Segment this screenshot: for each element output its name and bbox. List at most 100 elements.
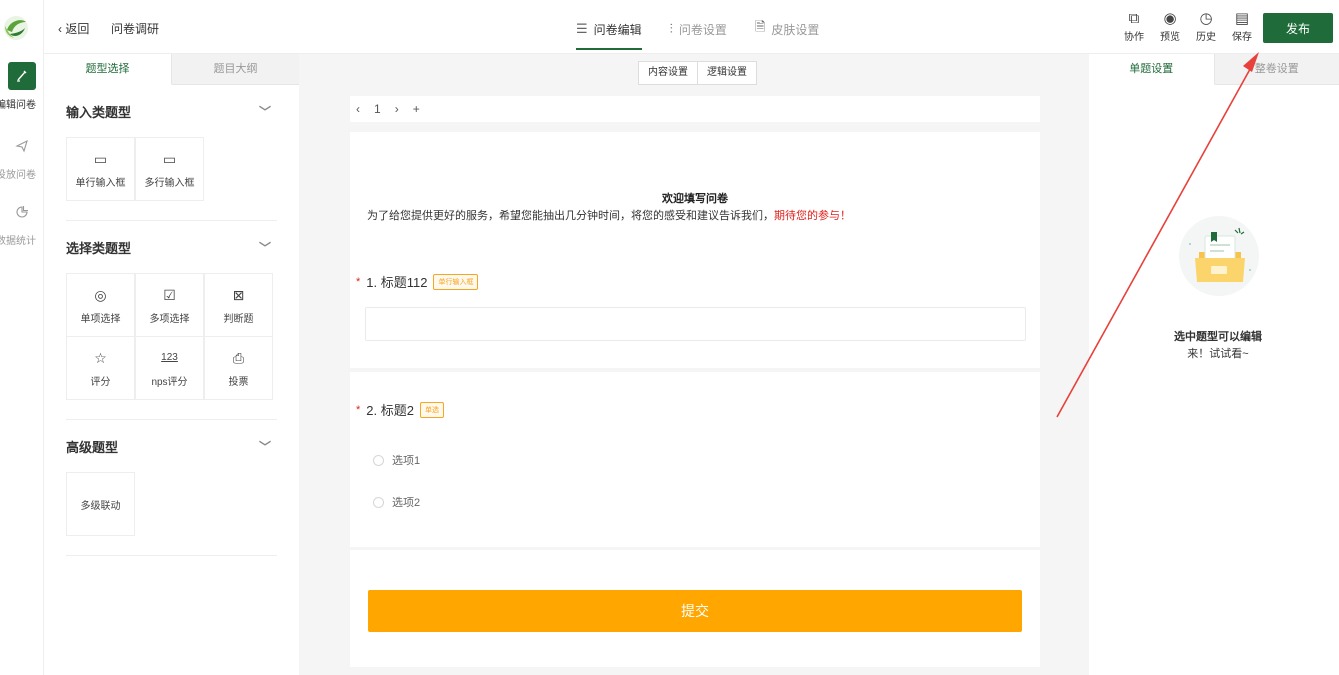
history-button[interactable]: ◷ 历史 xyxy=(1195,10,1217,43)
submit-button[interactable]: 提交 xyxy=(368,590,1022,632)
add-page-icon[interactable]: + xyxy=(413,102,420,116)
publish-button[interactable]: 发布 xyxy=(1263,13,1333,43)
tool-label: 预览 xyxy=(1160,32,1180,43)
history-icon: ◷ xyxy=(1199,10,1213,27)
type-rating[interactable]: ☆ 评分 xyxy=(66,336,135,400)
vote-icon: ⎙ xyxy=(232,349,245,366)
radio-icon: ◎ xyxy=(94,286,107,303)
question-1-title[interactable]: * 1. 标题112 单行输入框 xyxy=(356,272,479,291)
content-logic-switch: 内容设置 逻辑设置 xyxy=(638,61,757,85)
section-header[interactable]: 选择类题型 ﹀ xyxy=(66,221,277,273)
tool-label: 保存 xyxy=(1232,32,1252,43)
chevron-left-icon[interactable]: ‹ xyxy=(356,102,360,116)
pencil-icon xyxy=(8,62,36,90)
type-judge[interactable]: ⊠ 判断题 xyxy=(204,273,273,337)
option-label: 选项2 xyxy=(392,497,421,509)
type-nps[interactable]: 123 nps评分 xyxy=(135,336,204,400)
question-type-badge: 单选 xyxy=(419,401,444,418)
type-label: 多项选择 xyxy=(149,313,190,325)
survey-canvas: 内容设置 逻辑设置 ‹ 1 › + 欢迎填写问卷 为了给您提供更好的服务，希望您… xyxy=(299,54,1089,675)
tool-label: 协作 xyxy=(1124,32,1144,43)
option-1[interactable]: 选项1 xyxy=(373,452,420,468)
rail-item-label: 数据统计 xyxy=(0,236,36,247)
eye-icon: ◉ xyxy=(1163,10,1177,27)
settings-panel: 单题设置 整卷设置 选中题型可以编辑 来！试试看~ xyxy=(1089,54,1339,675)
left-rail: 编辑问卷 投放问卷 数据统计 xyxy=(0,0,44,675)
page-number[interactable]: 1 xyxy=(374,102,381,116)
rail-item-publish[interactable]: 投放问卷 xyxy=(0,132,44,181)
save-button[interactable]: ▤ 保存 xyxy=(1231,10,1253,43)
nps-123-icon: 123 xyxy=(161,351,178,363)
tab-survey-settings[interactable]: ⫶ 问卷设置 xyxy=(670,0,727,54)
rail-item-label: 编辑问卷 xyxy=(0,100,36,111)
type-label: 投票 xyxy=(228,376,249,388)
chevron-right-icon[interactable]: › xyxy=(395,102,399,116)
empty-hint-subtitle: 来！试试看~ xyxy=(1187,348,1249,360)
rail-item-edit[interactable]: 编辑问卷 xyxy=(0,62,44,111)
tab-survey-edit[interactable]: ☰ 问卷编辑 xyxy=(576,0,642,54)
question-type-panel: 题型选择 题目大纲 输入类题型 ﹀ ▭ 单行输入框 ▭ 多行输入框 选择类题型 … xyxy=(44,54,299,675)
section-input-types: 输入类题型 ﹀ ▭ 单行输入框 ▭ 多行输入框 xyxy=(66,85,277,221)
send-icon xyxy=(8,132,36,160)
segment-logic-settings[interactable]: 逻辑设置 xyxy=(697,62,756,84)
question-1-input[interactable] xyxy=(365,307,1026,341)
question-2-title[interactable]: * 2. 标题2 单选 xyxy=(356,400,444,419)
rail-item-stats[interactable]: 数据统计 xyxy=(0,198,44,247)
tab-label: 问卷编辑 xyxy=(593,22,642,37)
welcome-desc-text: 为了给您提供更好的服务，希望您能抽出几分钟时间，将您的感受和建议告诉我们， xyxy=(367,210,774,222)
preview-button[interactable]: ◉ 预览 xyxy=(1159,10,1181,43)
survey-sheet: 欢迎填写问卷 为了给您提供更好的服务，希望您能抽出几分钟时间，将您的感受和建议告… xyxy=(350,132,1040,667)
section-header[interactable]: 高级题型 ﹀ xyxy=(66,420,277,472)
radio-icon[interactable] xyxy=(373,454,384,466)
checkbox-icon: ☑ xyxy=(163,286,176,303)
radio-icon[interactable] xyxy=(373,496,384,508)
page-navigator: ‹ 1 › + xyxy=(350,96,1040,122)
tab-question-settings[interactable]: 单题设置 xyxy=(1089,54,1215,85)
type-label: 评分 xyxy=(90,376,111,388)
type-vote[interactable]: ⎙ 投票 xyxy=(204,336,273,400)
multi-line-input-icon: ▭ xyxy=(162,150,177,167)
type-label: 多行输入框 xyxy=(144,177,195,189)
segment-content-settings[interactable]: 内容设置 xyxy=(639,62,697,84)
app-logo-icon xyxy=(4,16,28,40)
type-label: 判断题 xyxy=(223,313,254,325)
top-bar: ‹ 返回 问卷调研 ☰ 问卷编辑 ⫶ 问卷设置 🗎 皮肤设置 ⧉ 协作 ◉ 预览… xyxy=(44,0,1339,54)
chevron-down-icon: ﹀ xyxy=(258,240,271,255)
back-label: 返回 xyxy=(65,22,90,36)
welcome-description: 为了给您提供更好的服务，希望您能抽出几分钟时间，将您的感受和建议告诉我们，期待您… xyxy=(367,207,851,223)
section-header[interactable]: 输入类题型 ﹀ xyxy=(66,85,277,137)
chevron-down-icon: ﹀ xyxy=(258,104,271,119)
type-multi-line-input[interactable]: ▭ 多行输入框 xyxy=(135,137,204,201)
section-choice-types: 选择类题型 ﹀ ◎ 单项选择 ☑ 多项选择 ⊠ 判断题 ☆ 评分 123 nps… xyxy=(66,221,277,420)
tab-survey-settings-panel[interactable]: 整卷设置 xyxy=(1214,54,1339,85)
type-multi-choice[interactable]: ☑ 多项选择 xyxy=(135,273,204,337)
chevron-left-icon: ‹ xyxy=(58,22,62,36)
section-title: 高级题型 xyxy=(66,439,119,455)
tab-skin-settings[interactable]: 🗎 皮肤设置 xyxy=(755,0,819,54)
required-mark: * xyxy=(356,403,361,416)
section-title: 输入类题型 xyxy=(66,104,132,120)
tab-question-types[interactable]: 题型选择 xyxy=(44,54,172,85)
type-single-choice[interactable]: ◎ 单项选择 xyxy=(66,273,135,337)
survey-intro-block[interactable]: 欢迎填写问卷 为了给您提供更好的服务，希望您能抽出几分钟时间，将您的感受和建议告… xyxy=(350,132,1040,368)
back-button[interactable]: ‹ 返回 xyxy=(58,20,89,37)
tab-outline[interactable]: 题目大纲 xyxy=(172,54,299,85)
required-mark: * xyxy=(356,275,361,288)
type-cascade[interactable]: 多级联动 xyxy=(66,472,135,536)
question-2-block[interactable]: * 2. 标题2 单选 选项1 选项2 xyxy=(350,372,1040,547)
survey-name: 问卷调研 xyxy=(111,22,160,36)
pie-chart-icon xyxy=(8,198,36,226)
question-title-text: 1. 标题112 xyxy=(366,275,428,290)
tab-label: 皮肤设置 xyxy=(771,22,820,37)
question-type-badge: 单行输入框 xyxy=(433,273,479,290)
tool-label: 历史 xyxy=(1196,32,1216,43)
tab-label: 问卷设置 xyxy=(678,22,727,37)
type-single-line-input[interactable]: ▭ 单行输入框 xyxy=(66,137,135,201)
section-advanced-types: 高级题型 ﹀ 多级联动 xyxy=(66,420,277,556)
type-label: 单行输入框 xyxy=(75,177,126,189)
collaborate-button[interactable]: ⧉ 协作 xyxy=(1123,10,1145,43)
option-2[interactable]: 选项2 xyxy=(373,494,420,510)
section-title: 选择类题型 xyxy=(66,240,132,256)
main-tabs: ☰ 问卷编辑 ⫶ 问卷设置 🗎 皮肤设置 xyxy=(576,0,819,54)
option-label: 选项1 xyxy=(392,455,421,467)
